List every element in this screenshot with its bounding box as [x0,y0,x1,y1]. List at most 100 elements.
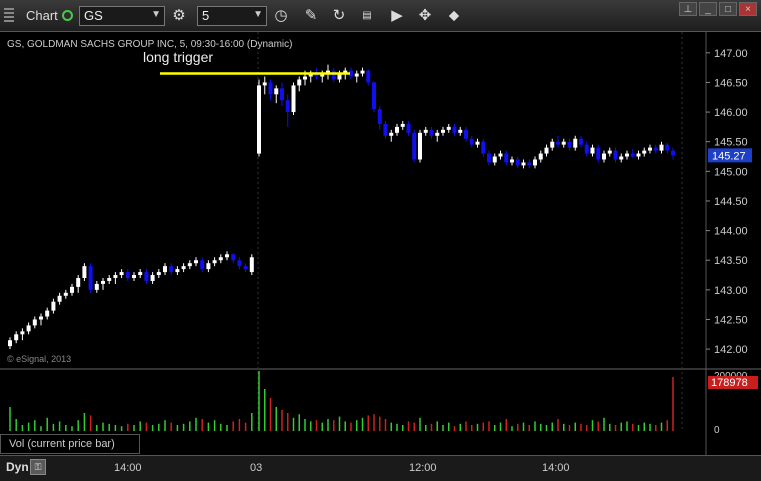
candle-body [458,129,463,133]
candle-body [642,150,647,154]
candle-body [366,70,371,83]
candle-body [607,150,612,154]
tools-icon[interactable]: ✥ [415,6,435,26]
candle-body [218,257,223,261]
candle-body [533,159,537,166]
candle-body [119,272,124,276]
toolbar-grip[interactable] [4,8,14,24]
candle-body [527,162,532,166]
push-pin-icon[interactable]: ⊥ [679,2,697,16]
candle-body [372,82,376,110]
candle-body [257,85,261,154]
candle-body [383,123,388,136]
candle-body [291,85,296,113]
candle-body [285,100,290,113]
x-label: 14:00 [542,462,570,474]
candle-body [138,272,143,276]
candle-body [113,275,118,278]
candle-body [452,126,457,133]
candle-body [510,159,514,163]
minimize-button[interactable]: _ [699,2,717,16]
candle-body [659,144,664,151]
dyn-mode-label[interactable]: Dyn [6,460,29,474]
candle-body [150,275,155,281]
candle-body [636,153,641,157]
candle-body [8,340,12,347]
candle-body [175,269,180,273]
price-tick-label: 147.00 [714,48,748,60]
candle-body [521,162,526,166]
candle-body [435,132,440,136]
candle-body [613,150,618,160]
candle-body [156,272,161,276]
symbol-options-icon[interactable]: ⚙ [169,6,189,26]
candle-body [57,295,62,302]
candle-body [579,138,583,145]
clock-icon[interactable]: ◷ [271,6,291,26]
candle-body [163,266,167,273]
maximize-button[interactable]: □ [719,2,737,16]
candle-body [45,310,50,317]
candle-body [249,257,254,273]
candle-body [200,260,205,270]
candle-body [70,286,74,293]
play-icon[interactable]: ▶ [387,6,407,26]
volume-axis[interactable]: 2000000178978 [708,371,758,436]
candle-body [602,153,606,160]
candle-body [262,82,267,86]
refresh-icon[interactable]: ↻ [329,6,349,26]
candle-body [400,123,405,127]
candle-body [590,147,595,154]
candle-body [469,138,474,145]
candle-body [625,153,629,157]
candle-body [441,129,445,133]
candle-body [504,153,509,163]
long-trigger-label: long trigger [143,49,213,65]
symbol-combo[interactable]: GS ▼ [79,6,165,26]
candle-body [538,153,543,160]
candle-body [515,159,520,166]
candle-body [556,141,560,145]
chevron-down-icon[interactable]: ▼ [253,9,263,20]
candle-body [648,147,652,151]
window-title: Chart [26,8,58,23]
candle-body [14,334,19,341]
price-axis[interactable]: 147.00 146.50 146.00 145.50 145.00 144.50 144.… [706,48,752,356]
live-status-icon [62,10,73,21]
candle-body [231,254,236,261]
candle-body [88,266,93,290]
interval-combo[interactable]: 5 ▼ [197,6,267,26]
gallery-icon[interactable]: ▤ [357,6,377,26]
candle-body [303,76,307,80]
candle-body [331,70,336,80]
close-button[interactable]: × [739,2,757,16]
candle-body [82,266,87,278]
price-tick-label: 145.00 [714,166,748,178]
candle-body [406,123,411,133]
lock-icon[interactable]: ⚿ [30,459,46,475]
vol-study-label[interactable]: Vol (current price bar) [0,434,140,454]
candle-body [567,141,572,148]
pencil-icon[interactable]: ✎ [301,6,321,26]
candle-body [144,272,149,281]
candle-body [51,301,56,311]
price-chart[interactable]: GS, GOLDMAN SACHS GROUP INC, 5, 09:30-16… [0,32,761,455]
candle-body [550,141,555,148]
candle-body [573,138,578,148]
candle-body [297,79,302,86]
candle-body [243,266,248,270]
candle-body [280,88,284,101]
current-price-value: 145.27 [712,150,746,162]
candle-body [125,272,130,278]
x-label: 12:00 [409,462,437,474]
scroll-tool-icon[interactable]: ⬥ [444,6,464,26]
price-tick-label: 145.50 [714,137,748,149]
chevron-down-icon[interactable]: ▼ [151,9,161,20]
candle-body [389,132,394,136]
candle-body [360,70,365,74]
candle-body [498,153,503,157]
candle-body [94,283,99,290]
candle-body [429,129,434,136]
candles [8,64,675,350]
candle-body [561,141,566,145]
